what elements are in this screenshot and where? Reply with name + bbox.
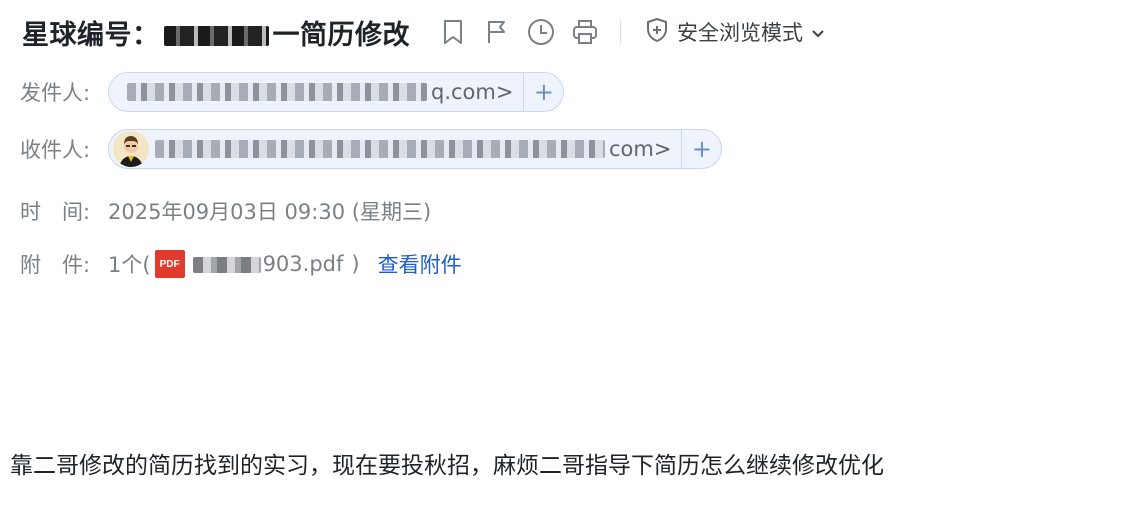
attachment-label: 附 件: xyxy=(20,253,91,277)
sender-chip[interactable]: q.com> + xyxy=(108,72,565,112)
add-recipient-contact-button[interactable]: + xyxy=(681,130,721,168)
recipient-chip[interactable]: com> + xyxy=(108,129,723,169)
sender-address: q.com> xyxy=(109,80,523,104)
safe-browse-mode-label: 安全浏览模式 xyxy=(677,21,803,45)
pdf-file-icon: PDF xyxy=(154,250,185,278)
safe-browse-mode-button[interactable]: 安全浏览模式 xyxy=(645,17,825,48)
sender-row: 发件人: q.com> + xyxy=(20,72,565,112)
mail-subject: 星球编号： 一简历修改 xyxy=(22,13,410,52)
attachment-row: 附 件: 1个( PDF 903.pdf ) 查看附件 xyxy=(20,247,462,281)
print-icon[interactable] xyxy=(570,17,600,47)
mail-actions: 安全浏览模式 xyxy=(438,17,825,48)
redacted-address xyxy=(155,140,605,158)
shield-plus-icon xyxy=(645,17,669,48)
chevron-down-icon xyxy=(811,20,825,44)
recipient-row: 收件人: com> + xyxy=(20,129,723,169)
time-row: 时 间: 2025年09月03日 09:30 (星期三) xyxy=(20,196,431,226)
clock-icon[interactable] xyxy=(526,17,556,47)
attachment-count: 1个( xyxy=(108,253,151,277)
attachment-close-paren: ) xyxy=(351,252,360,276)
flag-icon[interactable] xyxy=(482,17,512,47)
view-attachment-link[interactable]: 查看附件 xyxy=(378,249,462,279)
mail-header: 星球编号： 一简历修改 安全浏览模式 xyxy=(22,12,825,52)
add-sender-contact-button[interactable]: + xyxy=(523,73,563,111)
recipient-label: 收件人: xyxy=(20,138,91,162)
recipient-avatar xyxy=(113,131,149,167)
message-body: 靠二哥修改的简历找到的实习，现在要投秋招，麻烦二哥指导下简历怎么继续修改优化 xyxy=(10,453,884,479)
redacted-address xyxy=(127,83,427,101)
attachment-filename-tail: 903.pdf xyxy=(262,252,344,276)
sender-label: 发件人: xyxy=(20,81,91,105)
attachment-filename[interactable]: 903.pdf xyxy=(192,252,344,276)
subject-prefix: 星球编号： xyxy=(22,19,160,51)
sent-time: 2025年09月03日 09:30 (星期三) xyxy=(108,200,432,224)
subject-suffix: 一简历修改 xyxy=(272,19,410,51)
bookmark-icon[interactable] xyxy=(438,17,468,47)
toolbar-divider xyxy=(620,21,621,43)
sender-address-tail: q.com> xyxy=(431,80,514,104)
recipient-address-tail: com> xyxy=(609,137,672,161)
recipient-address: com> xyxy=(149,137,681,161)
redacted-id xyxy=(163,26,269,46)
time-label: 时 间: xyxy=(20,200,91,224)
redacted-filename xyxy=(192,257,261,273)
